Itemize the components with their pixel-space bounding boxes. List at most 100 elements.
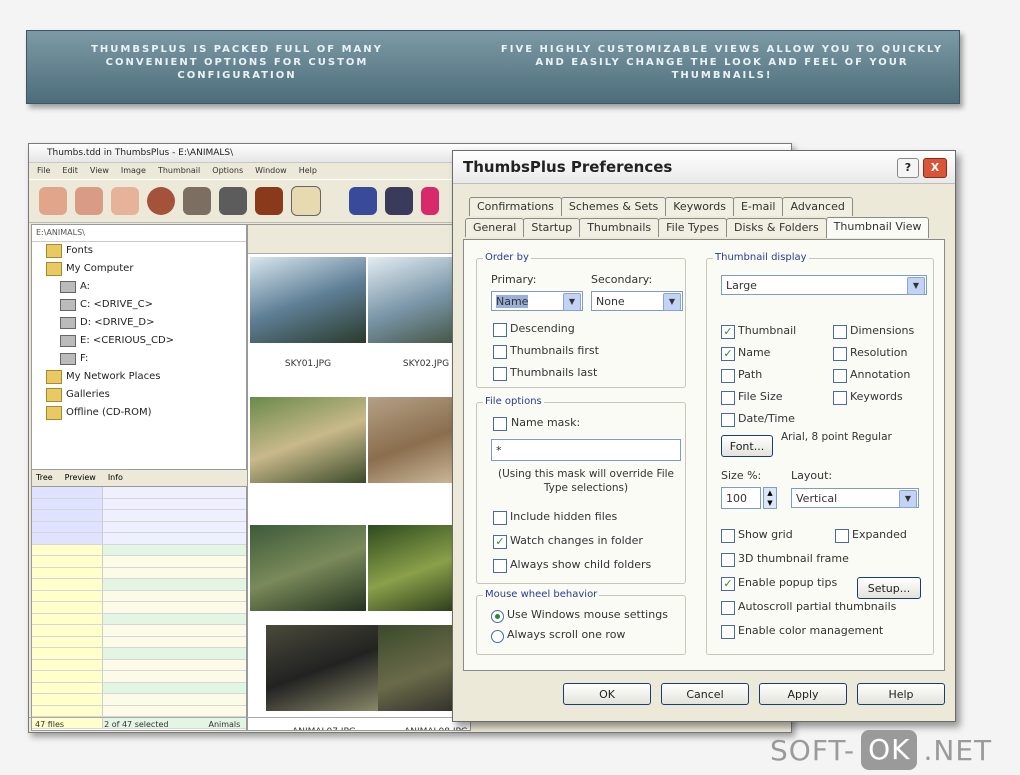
tab-keywords[interactable]: Keywords	[665, 197, 734, 216]
thumbnail-display-group: Thumbnail display Large ▼ ✓ Thumbnail ✓ Nam…	[706, 252, 934, 655]
font-button[interactable]: Font...	[721, 435, 773, 457]
use-windows-mouse-settings-radio[interactable]	[491, 610, 504, 623]
toolbar-color-icon[interactable]	[421, 187, 439, 215]
tab-advanced[interactable]: Advanced	[782, 197, 853, 216]
thumbnail-item[interactable]: ANIMAL07.JPG	[266, 625, 382, 730]
layout-select[interactable]: Vertical ▼	[791, 488, 919, 508]
toolbar-hand-icon-2[interactable]	[75, 187, 103, 215]
show-file-size-checkbox[interactable]	[721, 391, 735, 405]
descending-checkbox[interactable]	[493, 323, 507, 337]
menu-item-edit[interactable]: Edit	[62, 163, 78, 179]
watch-changes-in-folder-checkbox[interactable]: ✓	[493, 535, 507, 549]
tree-node[interactable]: My Network Places	[32, 368, 246, 386]
apply-button[interactable]: Apply	[759, 683, 847, 705]
help-button[interactable]: Help	[857, 683, 945, 705]
name-mask-note: (Using this mask will override File Type…	[497, 468, 675, 494]
setup-button[interactable]: Setup...	[857, 577, 921, 599]
size-spinner[interactable]: ▲ ▼	[763, 487, 777, 509]
close-icon[interactable]: X	[923, 158, 947, 178]
property-key	[32, 625, 103, 636]
show-date-time-checkbox[interactable]	[721, 413, 735, 427]
show-name-checkbox[interactable]: ✓	[721, 347, 735, 361]
pane-tab-info[interactable]: Info	[108, 470, 123, 486]
menu-item-thumbnail[interactable]: Thumbnail	[158, 163, 200, 179]
pane-tab-tree[interactable]: Tree	[36, 470, 53, 486]
tree-node[interactable]: A:	[32, 278, 246, 296]
enable-popup-tips-checkbox[interactable]: ✓	[721, 577, 735, 591]
property-row	[32, 625, 246, 637]
ok-button[interactable]: OK	[563, 683, 651, 705]
tree-node[interactable]: Offline (CD-ROM)	[32, 404, 246, 422]
primary-select[interactable]: Name ▼	[491, 291, 583, 311]
tree-node-label: F:	[80, 353, 89, 364]
menu-item-file[interactable]: File	[37, 163, 50, 179]
menu-item-view[interactable]: View	[90, 163, 109, 179]
name-mask-input[interactable]: *	[491, 439, 681, 461]
help-icon[interactable]: ?	[897, 158, 919, 178]
tab-startup[interactable]: Startup	[523, 218, 581, 237]
tree-node[interactable]: E: <CERIOUS_CD>	[32, 332, 246, 350]
toolbar-hand-icon-1[interactable]	[39, 187, 67, 215]
status-text: 2 of 47 selected	[104, 720, 169, 729]
enable-color-management-checkbox[interactable]	[721, 625, 735, 639]
show-thumbnail-checkbox[interactable]: ✓	[721, 325, 735, 339]
toolbar-disk-icon[interactable]	[147, 187, 175, 215]
tree-node[interactable]: F:	[32, 350, 246, 368]
thumbnail-item[interactable]: ANIMAL02.JPG	[250, 525, 366, 637]
thumbnail-size-select[interactable]: Large ▼	[721, 275, 927, 295]
3d-thumbnail-frame-checkbox[interactable]	[721, 553, 735, 567]
include-hidden-files-checkbox[interactable]	[493, 511, 507, 525]
tab-e-mail[interactable]: E-mail	[732, 197, 784, 216]
location-box[interactable]: E:\ANIMALS\	[32, 225, 246, 242]
thumbnails-first-label: Thumbnails first	[510, 344, 599, 357]
property-key	[32, 556, 103, 567]
thumbnail-item[interactable]	[250, 397, 366, 483]
thumbnails-first-checkbox[interactable]	[493, 345, 507, 359]
tab-confirmations[interactable]: Confirmations	[469, 197, 562, 216]
expanded-checkbox[interactable]	[835, 529, 849, 543]
tree-node[interactable]: D: <DRIVE_D>	[32, 314, 246, 332]
toolbar-brush-icon[interactable]	[219, 187, 247, 215]
menu-item-window[interactable]: Window	[255, 163, 287, 179]
pane-tab-preview[interactable]: Preview	[65, 470, 96, 486]
tree-node[interactable]: C: <DRIVE_C>	[32, 296, 246, 314]
show-dimensions-checkbox[interactable]	[833, 325, 847, 339]
toolbar-tools-icon[interactable]	[183, 187, 211, 215]
tab-schemes-sets[interactable]: Schemes & Sets	[560, 197, 667, 216]
property-value	[103, 533, 246, 544]
toolbar-screen-icon[interactable]	[349, 187, 377, 215]
tree-node-label: Fonts	[66, 245, 93, 256]
show-resolution-checkbox[interactable]	[833, 347, 847, 361]
always-scroll-one-row-radio[interactable]	[491, 630, 504, 643]
show-path-checkbox[interactable]	[721, 369, 735, 383]
secondary-select[interactable]: None ▼	[591, 291, 683, 311]
tab-thumbnails[interactable]: Thumbnails	[579, 218, 660, 237]
tree-node[interactable]: Fonts	[32, 242, 246, 260]
size-percent-input[interactable]: 100	[721, 487, 761, 509]
cancel-button[interactable]: Cancel	[661, 683, 749, 705]
thumbnail-item[interactable]: SKY01.JPG	[250, 257, 366, 369]
toolbar-hand-icon-3[interactable]	[111, 187, 139, 215]
menu-item-help[interactable]: Help	[299, 163, 317, 179]
property-key	[32, 682, 103, 693]
name-mask-checkbox[interactable]	[493, 417, 507, 431]
menu-item-image[interactable]: Image	[121, 163, 146, 179]
menu-item-options[interactable]: Options	[212, 163, 243, 179]
tree-node[interactable]: Galleries	[32, 386, 246, 404]
property-row	[32, 636, 246, 648]
always-show-child-folders-checkbox[interactable]	[493, 559, 507, 573]
tab-disks-folders[interactable]: Disks & Folders	[726, 218, 827, 237]
tree-node[interactable]: My Computer	[32, 260, 246, 278]
order-by-label: Order by	[483, 252, 531, 263]
show-annotation-checkbox[interactable]	[833, 369, 847, 383]
toolbar-slideshow-icon[interactable]	[385, 187, 413, 215]
show-grid-checkbox[interactable]	[721, 529, 735, 543]
tab-file-types[interactable]: File Types	[658, 218, 728, 237]
tab-general[interactable]: General	[465, 218, 525, 237]
autoscroll-partial-thumbnails-checkbox[interactable]	[721, 601, 735, 615]
toolbar-export-icon[interactable]	[291, 186, 321, 216]
thumbnails-last-checkbox[interactable]	[493, 367, 507, 381]
show-keywords-checkbox[interactable]	[833, 391, 847, 405]
tab-thumbnail-view[interactable]: Thumbnail View	[825, 217, 930, 238]
toolbar-briefcase-icon[interactable]	[255, 187, 283, 215]
